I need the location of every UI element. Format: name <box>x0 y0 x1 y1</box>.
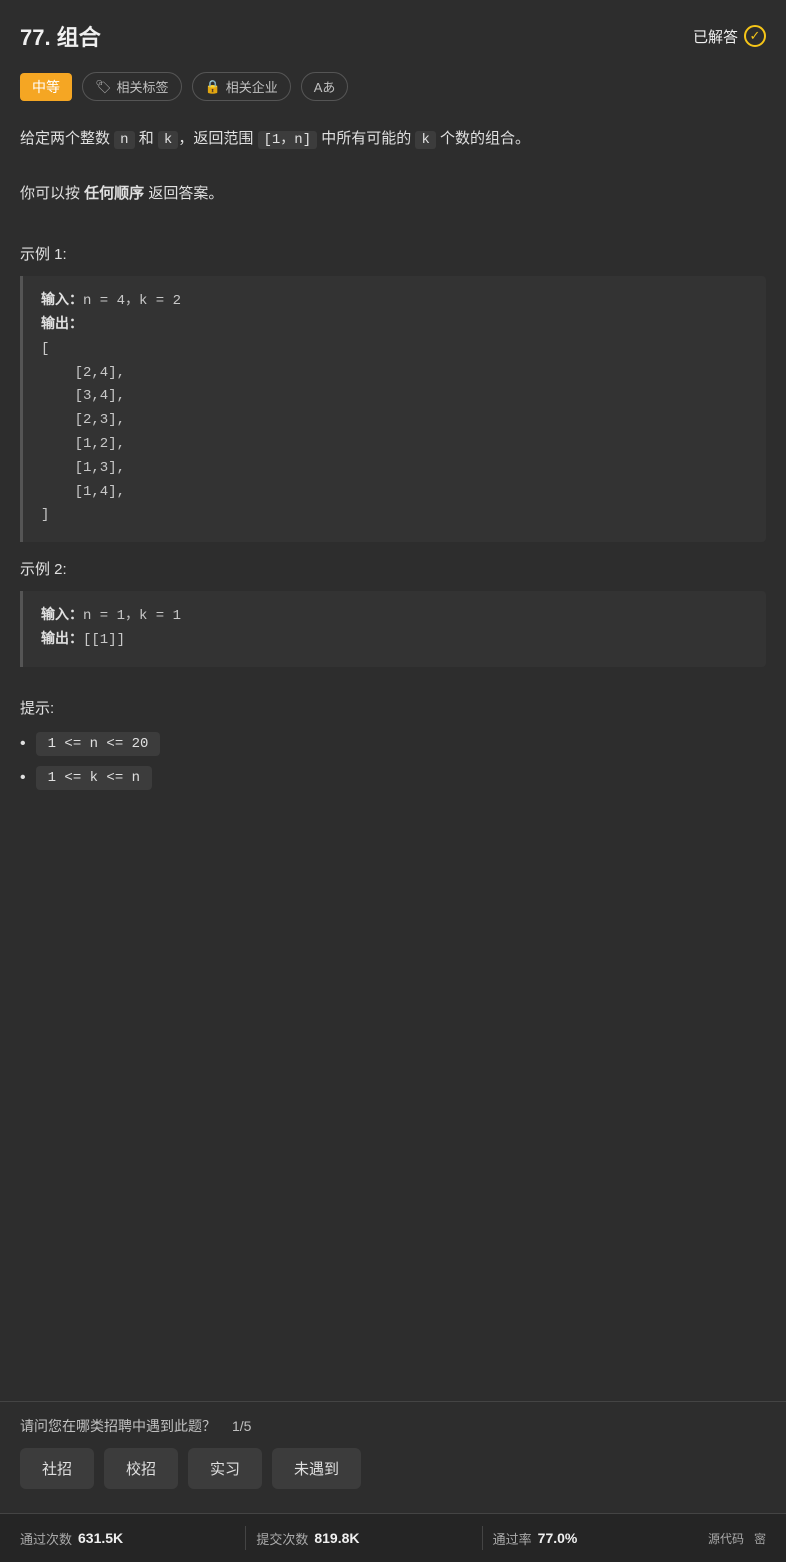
btn-not-seen[interactable]: 未遇到 <box>272 1448 361 1489</box>
btn-xiaozao[interactable]: 校招 <box>104 1448 178 1489</box>
misc-link[interactable]: 宻 <box>754 1530 766 1547</box>
range-code: [1，n] <box>258 131 318 149</box>
related-tags-button[interactable]: 🏷 相关标签 <box>82 72 182 101</box>
hint-bullet-2: • <box>20 769 26 787</box>
tag-icon: 🏷 <box>95 79 112 95</box>
btn-shezao[interactable]: 社招 <box>20 1448 94 1489</box>
stat-label-pass: 通过次数 <box>20 1529 72 1548</box>
example1-label: 示例 1: <box>20 243 766 264</box>
stat-value-submit: 819.8K <box>314 1530 359 1546</box>
stat-value-rate: 77.0% <box>538 1530 578 1546</box>
example2-label: 示例 2: <box>20 558 766 579</box>
stats-bar: 通过次数 631.5K 提交次数 819.8K 通过率 77.0% 源代码 宻 <box>0 1513 786 1562</box>
source-link[interactable]: 源代码 <box>708 1530 744 1547</box>
solved-badge: 已解答 ✓ <box>693 25 766 47</box>
description: 给定两个整数 n 和 k，返回范围 [1，n] 中所有可能的 k 个数的组合。 … <box>0 117 786 217</box>
stat-divider-1 <box>245 1526 246 1550</box>
desc-line2: 你可以按 任何顺序 返回答案。 <box>20 180 766 207</box>
related-company-button[interactable]: 🔒 相关企业 <box>192 72 291 101</box>
stat-pass-count: 通过次数 631.5K <box>20 1529 235 1548</box>
stat-divider-2 <box>482 1526 483 1550</box>
stat-label-rate: 通过率 <box>493 1529 532 1548</box>
stat-pass-rate: 通过率 77.0% <box>493 1529 708 1548</box>
example1-block: 输入：n = 4，k = 2 输出： [ [2,4], [3,4], [2,3]… <box>20 276 766 542</box>
footer-question: 请问您在哪类招聘中遇到此题？ 1/5 社招 校招 实习 未遇到 <box>0 1401 786 1513</box>
page-container: 77. 组合 已解答 ✓ 中等 🏷 相关标签 🔒 相关企业 Aあ 给定两个整数 … <box>0 0 786 1562</box>
k-code2: k <box>415 131 435 149</box>
hint-bullet-1: • <box>20 735 26 753</box>
solved-icon: ✓ <box>744 25 766 47</box>
font-label: Aあ <box>314 77 336 96</box>
example2-block: 输入：n = 1，k = 1 输出：[[1]] <box>20 591 766 667</box>
bold-text: 任何顺序 <box>84 185 144 202</box>
difficulty-tag[interactable]: 中等 <box>20 73 72 101</box>
font-button[interactable]: Aあ <box>301 72 349 101</box>
stat-value-pass: 631.5K <box>78 1530 123 1546</box>
tags-row: 中等 🏷 相关标签 🔒 相关企业 Aあ <box>0 64 786 117</box>
desc-line1: 给定两个整数 n 和 k，返回范围 [1，n] 中所有可能的 k 个数的组合。 <box>20 125 766 153</box>
hint-item-1: • 1 <= n <= 20 <box>20 732 766 756</box>
hints-section: 提示: • 1 <= n <= 20 • 1 <= k <= n <box>0 677 786 816</box>
hint-code-2: 1 <= k <= n <box>36 766 152 790</box>
stats-right-links: 源代码 宻 <box>708 1530 766 1547</box>
k-code: k <box>158 131 178 149</box>
page-title: 77. 组合 <box>20 20 101 52</box>
stat-submit-count: 提交次数 819.8K <box>256 1529 471 1548</box>
footer-question-count: 1/5 <box>232 1418 251 1434</box>
examples-section: 示例 1: 输入：n = 4，k = 2 输出： [ [2,4], [3,4],… <box>0 217 786 677</box>
solved-label: 已解答 <box>693 26 738 47</box>
header: 77. 组合 已解答 ✓ <box>0 0 786 64</box>
hint-item-2: • 1 <= k <= n <box>20 766 766 790</box>
stat-label-submit: 提交次数 <box>256 1529 308 1548</box>
footer-question-text: 请问您在哪类招聘中遇到此题？ <box>20 1416 216 1436</box>
hints-label: 提示: <box>20 697 766 718</box>
hint-code-1: 1 <= n <= 20 <box>36 732 161 756</box>
btn-shixi[interactable]: 实习 <box>188 1448 262 1489</box>
footer-buttons: 社招 校招 实习 未遇到 <box>20 1448 766 1489</box>
lock-icon: 🔒 <box>205 79 221 95</box>
footer-question-row: 请问您在哪类招聘中遇到此题？ 1/5 <box>20 1416 766 1436</box>
related-company-label: 相关企业 <box>226 77 278 96</box>
related-tags-label: 相关标签 <box>117 77 169 96</box>
n-code: n <box>114 131 134 149</box>
